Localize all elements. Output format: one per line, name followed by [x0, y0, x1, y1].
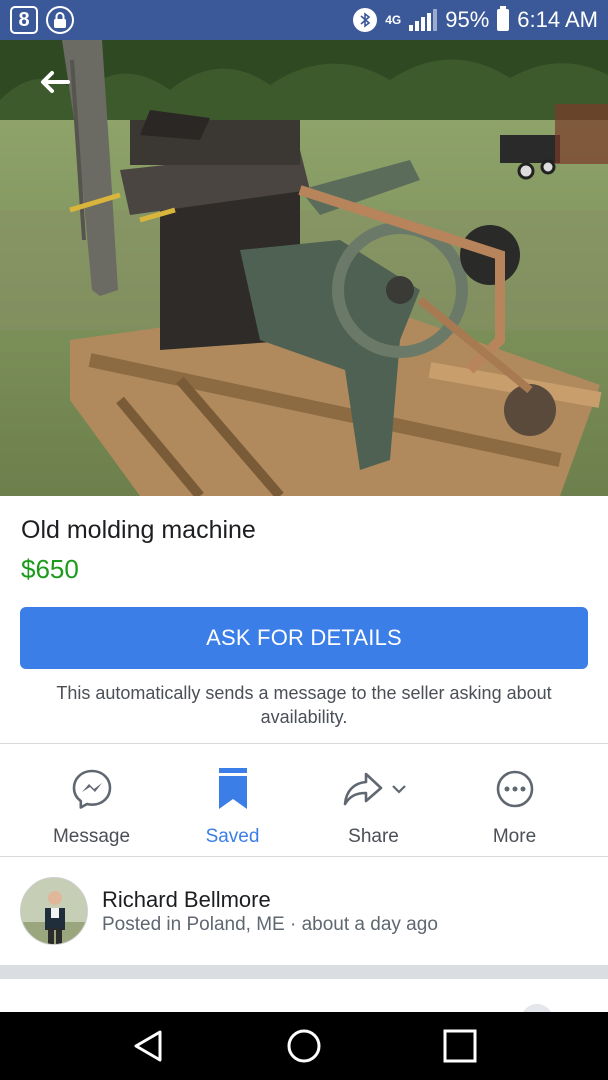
more-label: More — [492, 826, 537, 847]
messenger-icon — [69, 766, 115, 812]
next-section-peek — [0, 979, 608, 1036]
listing-title: Old molding machine — [21, 516, 256, 544]
chevron-down-icon — [391, 785, 406, 794]
nav-back-button[interactable] — [126, 1024, 170, 1068]
seller-info[interactable]: Richard Bellmore Posted in Poland, ME · … — [0, 857, 608, 965]
message-button[interactable]: Message — [21, 748, 162, 856]
signal-strength-icon — [409, 9, 438, 31]
nav-recents-icon — [443, 1029, 477, 1063]
back-button[interactable] — [34, 62, 74, 102]
nav-back-icon — [134, 1030, 162, 1062]
share-button[interactable]: Share — [303, 748, 444, 856]
system-nav-bar — [0, 1012, 608, 1080]
message-label: Message — [52, 826, 131, 847]
battery-percent: 95% — [445, 7, 490, 32]
listing-photo[interactable] — [0, 40, 608, 496]
section-separator — [0, 965, 608, 979]
more-button[interactable]: More — [444, 748, 585, 856]
listing-price: $650 — [21, 554, 79, 584]
nav-home-button[interactable] — [282, 1024, 326, 1068]
channel-badge-icon: 8 — [10, 6, 38, 34]
saved-button[interactable]: Saved — [162, 748, 303, 856]
share-arrow-icon — [339, 766, 409, 812]
clock: 6:14 AM — [517, 7, 598, 32]
battery-icon — [497, 6, 510, 31]
share-label: Share — [348, 826, 399, 847]
nav-recents-button[interactable] — [438, 1024, 482, 1068]
bluetooth-icon — [353, 8, 378, 32]
saved-label: Saved — [205, 826, 260, 847]
status-bar: 8 4G 95% 6:14 AM — [0, 0, 608, 40]
action-bar: Message Saved Share More — [0, 748, 608, 856]
lock-icon — [46, 6, 74, 34]
nav-home-icon — [287, 1029, 321, 1063]
divider — [0, 743, 608, 744]
network-type-label: 4G — [385, 12, 402, 27]
cta-note: This automatically sends a message to th… — [56, 683, 552, 727]
ask-for-details-button[interactable]: ASK FOR DETAILS — [20, 607, 588, 669]
back-arrow-icon — [41, 71, 70, 93]
seller-name[interactable]: Richard Bellmore — [102, 887, 271, 913]
seller-post-meta: Posted in Poland, ME · about a day ago — [102, 914, 438, 935]
avatar[interactable] — [20, 877, 88, 945]
more-dots-icon — [492, 766, 538, 812]
bookmark-icon — [210, 766, 256, 812]
